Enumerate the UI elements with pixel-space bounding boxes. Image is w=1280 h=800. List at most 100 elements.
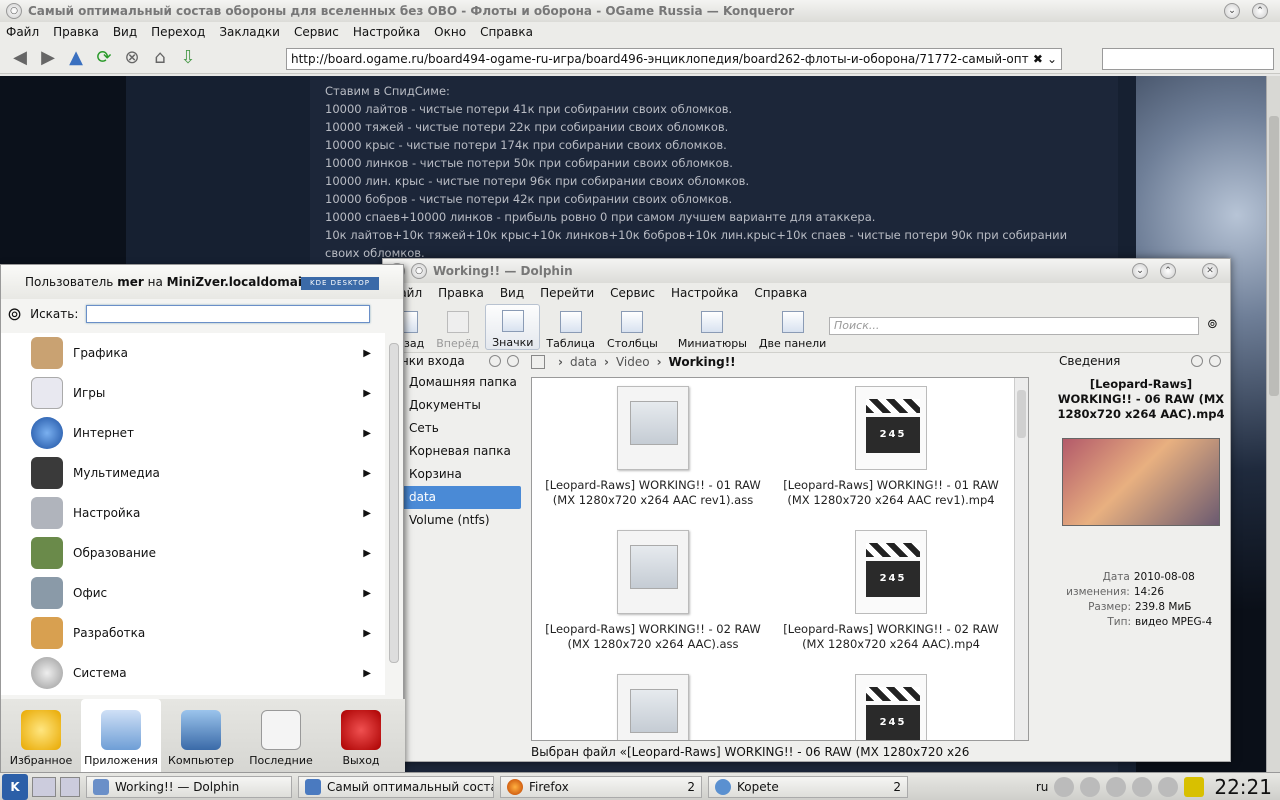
- download-icon[interactable]: ⇩: [174, 45, 202, 71]
- dolphin-titlebar[interactable]: ○ ○ Working!! — Dolphin ⌄ ⌃ ✕: [383, 259, 1230, 283]
- tab-recent[interactable]: Последние: [241, 699, 321, 773]
- up-arrow-icon[interactable]: ▲: [62, 45, 90, 71]
- menu-help[interactable]: Справка: [754, 286, 807, 300]
- place-volume-ntfs[interactable]: Volume (ntfs): [383, 509, 525, 532]
- file-item[interactable]: [534, 674, 772, 740]
- file-view-scrollbar[interactable]: [1014, 378, 1028, 740]
- menu-go[interactable]: Перейти: [540, 286, 594, 300]
- forward-button[interactable]: Вперёд: [430, 304, 485, 350]
- url-dropdown-icon[interactable]: ⌄: [1047, 52, 1057, 66]
- tab-computer[interactable]: Компьютер: [161, 699, 241, 773]
- network-icon[interactable]: [1080, 776, 1101, 797]
- info-icon[interactable]: [1158, 776, 1179, 797]
- minimize-icon[interactable]: ⌄: [1132, 263, 1148, 279]
- menu-tools[interactable]: Сервис: [294, 25, 339, 39]
- tab-leave[interactable]: Выход: [321, 699, 401, 773]
- clock[interactable]: 22:21: [1214, 775, 1272, 799]
- place-home[interactable]: Домашняя папка: [383, 371, 525, 394]
- menu-edit[interactable]: Правка: [438, 286, 484, 300]
- menu-tools[interactable]: Сервис: [610, 286, 655, 300]
- menu-settings[interactable]: Настройка: [671, 286, 738, 300]
- icons-view-button[interactable]: Значки: [485, 304, 541, 350]
- breadcrumb-data[interactable]: data: [570, 355, 597, 369]
- table-view-button[interactable]: Таблица: [540, 304, 601, 350]
- menu-edit[interactable]: Правка: [53, 25, 99, 39]
- split-view-button[interactable]: Две панели: [753, 304, 832, 350]
- drive-icon[interactable]: [531, 355, 545, 369]
- menu-window[interactable]: Окно: [434, 25, 466, 39]
- maximize-icon[interactable]: ⌃: [1252, 3, 1268, 19]
- maximize-icon[interactable]: ⌃: [1160, 263, 1176, 279]
- columns-view-button[interactable]: Столбцы: [601, 304, 664, 350]
- place-network[interactable]: Сеть: [383, 417, 525, 440]
- volume-icon[interactable]: [1054, 776, 1075, 797]
- task-konqueror[interactable]: Самый оптимальный состав о: [298, 775, 494, 798]
- kde-desktop-logo: KDE DESKTOP: [301, 277, 379, 290]
- page-scrollbar[interactable]: [1266, 76, 1280, 772]
- keyboard-layout[interactable]: ru: [1036, 780, 1049, 794]
- stop-icon[interactable]: ⊗: [118, 45, 146, 71]
- web-search-field[interactable]: [1102, 48, 1274, 70]
- menu-view[interactable]: Вид: [500, 286, 524, 300]
- breadcrumb-video[interactable]: Video: [616, 355, 650, 369]
- category-system[interactable]: Система ▶: [1, 653, 385, 693]
- minimize-icon[interactable]: ⌄: [1224, 3, 1240, 19]
- panel-close-icon[interactable]: [507, 355, 519, 367]
- menu-search-input[interactable]: [86, 305, 371, 323]
- updates-icon[interactable]: [1106, 776, 1127, 797]
- menu-scrollbar[interactable]: [387, 337, 401, 689]
- panel-float-icon[interactable]: [489, 355, 501, 367]
- file-item[interactable]: [Leopard-Raws] WORKING!! - 02 RAW (MX 12…: [534, 530, 772, 652]
- place-root[interactable]: Корневая папка: [383, 440, 525, 463]
- show-desktop-icon[interactable]: [32, 776, 56, 797]
- reload-icon[interactable]: ⟳: [90, 45, 118, 71]
- thumbnails-button[interactable]: Миниатюры: [672, 304, 753, 350]
- home-icon[interactable]: ⌂: [146, 45, 174, 71]
- category-games[interactable]: Игры ▶: [1, 373, 385, 413]
- window-menu-icon[interactable]: ○: [6, 3, 22, 19]
- category-education[interactable]: Образование ▶: [1, 533, 385, 573]
- clear-url-icon[interactable]: ✖: [1033, 52, 1043, 66]
- menu-go[interactable]: Переход: [151, 25, 205, 39]
- forward-arrow-icon[interactable]: ▶: [34, 45, 62, 71]
- panel-float-icon[interactable]: [1191, 355, 1203, 367]
- tab-favorites[interactable]: Избранное: [1, 699, 81, 773]
- binoculars-icon[interactable]: ⊚: [1207, 317, 1218, 332]
- breadcrumb-working[interactable]: Working!!: [669, 355, 736, 369]
- menu-view[interactable]: Вид: [113, 25, 137, 39]
- category-internet[interactable]: Интернет ▶: [1, 413, 385, 453]
- place-documents[interactable]: Документы: [383, 394, 525, 417]
- panel-close-icon[interactable]: [1209, 355, 1221, 367]
- place-trash[interactable]: Корзина: [383, 463, 525, 486]
- task-firefox[interactable]: Firefox 2: [500, 775, 702, 798]
- dolphin-search-input[interactable]: Поиск...: [829, 317, 1199, 335]
- search-label: Искать:: [30, 307, 79, 321]
- pin-icon[interactable]: ○: [411, 263, 427, 279]
- file-item[interactable]: 245 [Leopard-Raws] WORKING!! - 01 RAW (M…: [772, 386, 1010, 508]
- menu-help[interactable]: Справка: [480, 25, 533, 39]
- computer-icon: [181, 710, 221, 750]
- menu-file[interactable]: Файл: [6, 25, 39, 39]
- file-item[interactable]: [Leopard-Raws] WORKING!! - 01 RAW (MX 12…: [534, 386, 772, 508]
- task-kopete[interactable]: Kopete 2: [708, 775, 908, 798]
- category-multimedia[interactable]: Мультимедиа ▶: [1, 453, 385, 493]
- back-arrow-icon[interactable]: ◀: [6, 45, 34, 71]
- file-item[interactable]: 245 [Leopard-Raws] WORKING!! - 02 RAW (M…: [772, 530, 1010, 652]
- file-item[interactable]: 245: [772, 674, 1010, 740]
- menu-settings[interactable]: Настройка: [353, 25, 420, 39]
- pager-icon[interactable]: [60, 776, 80, 797]
- category-settings[interactable]: Настройка ▶: [1, 493, 385, 533]
- battery-icon[interactable]: [1184, 776, 1205, 797]
- category-development[interactable]: Разработка ▶: [1, 613, 385, 653]
- close-icon[interactable]: ✕: [1202, 263, 1218, 279]
- post-line: 10000 бобров - чистые потери 42к при соб…: [325, 192, 733, 206]
- kde-menu-button[interactable]: K: [2, 773, 28, 800]
- menu-bookmarks[interactable]: Закладки: [219, 25, 280, 39]
- bluetooth-icon[interactable]: [1132, 776, 1153, 797]
- category-office[interactable]: Офис ▶: [1, 573, 385, 613]
- tab-applications[interactable]: Приложения: [81, 699, 161, 773]
- task-dolphin[interactable]: Working!! — Dolphin: [86, 775, 292, 798]
- category-graphics[interactable]: Графика ▶: [1, 333, 385, 373]
- url-bar[interactable]: http://board.ogame.ru/board494-ogame-ru-…: [286, 48, 1062, 70]
- konqueror-titlebar[interactable]: ○ Самый оптимальный состав обороны для в…: [0, 0, 1280, 22]
